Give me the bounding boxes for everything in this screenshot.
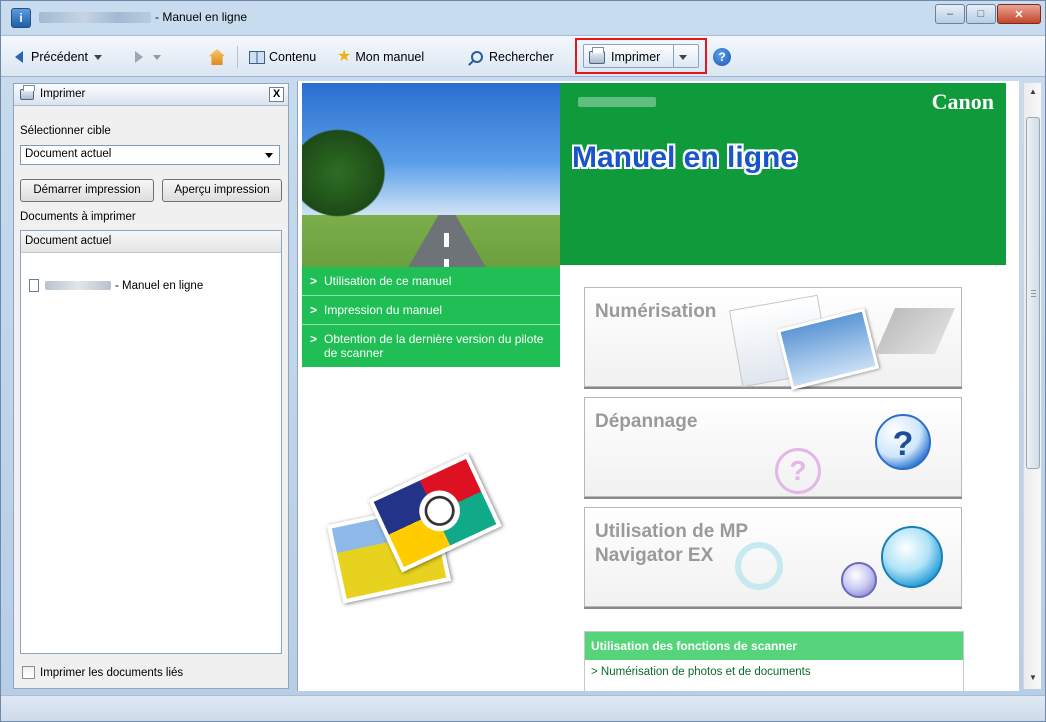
- manual-header-banner: Canon Manuel en ligne: [560, 83, 1006, 265]
- scroll-grip: [1031, 290, 1036, 297]
- search-label: Rechercher: [489, 50, 554, 64]
- card-scanning[interactable]: Numérisation: [584, 287, 962, 390]
- scanner-functions-header: Utilisation des fonctions de scanner: [585, 632, 963, 660]
- card-scanning-title: Numérisation: [595, 301, 717, 322]
- scroll-thumb[interactable]: [1026, 117, 1040, 469]
- ring-illustration: [735, 542, 783, 590]
- printer-icon: [589, 46, 605, 64]
- documents-list[interactable]: Document actuel - Manuel en ligne: [20, 230, 282, 654]
- documents-list-header: Document actuel: [21, 231, 281, 253]
- my-manual-label: Mon manuel: [355, 50, 425, 64]
- manual-links: Utilisation de ce manuel Impression du m…: [302, 267, 560, 367]
- list-item-label: - Manuel en ligne: [115, 279, 204, 292]
- link-print-manual[interactable]: Impression du manuel: [302, 296, 560, 325]
- link-using-manual[interactable]: Utilisation de ce manuel: [302, 267, 560, 296]
- link-latest-driver[interactable]: Obtention de la dernière version du pilo…: [302, 325, 560, 367]
- contents-label: Contenu: [269, 50, 317, 64]
- my-manual-button[interactable]: ★ Mon manuel: [337, 45, 424, 69]
- toolbar: Précédent Contenu ★ Mon manuel Recherche…: [1, 35, 1045, 77]
- printer-icon: [20, 85, 35, 100]
- vertical-scrollbar[interactable]: ▲ ▼: [1023, 83, 1041, 689]
- question-mark-icon: ?: [775, 448, 821, 494]
- print-linked-option[interactable]: Imprimer les documents liés: [22, 666, 183, 679]
- app-window: i - Manuel en ligne – □ ✕ Précédent Cont…: [0, 0, 1046, 722]
- docs-to-print-label: Documents à imprimer: [20, 211, 136, 223]
- print-linked-checkbox[interactable]: [22, 666, 35, 679]
- contents-button[interactable]: Contenu: [249, 45, 316, 69]
- target-select-value: Document actuel: [25, 148, 112, 160]
- toolbar-separator: [237, 46, 238, 68]
- window-title: - Manuel en ligne: [155, 10, 248, 24]
- window-controls: – □ ✕: [934, 4, 1041, 26]
- back-dropdown-icon[interactable]: [93, 54, 102, 60]
- scroll-down-button[interactable]: ▼: [1027, 673, 1039, 682]
- link-scan-photos-docs-label: Numérisation de photos et de documents: [600, 666, 811, 678]
- print-button[interactable]: Imprimer: [589, 45, 660, 69]
- pane-close-button[interactable]: X: [269, 87, 284, 102]
- app-icon: i: [11, 8, 31, 28]
- title-bar: i - Manuel en ligne – □ ✕: [1, 1, 1045, 35]
- card-mp-navigator[interactable]: Utilisation de MP Navigator EX: [584, 507, 962, 607]
- question-mark-icon: ?: [875, 414, 931, 470]
- print-pane-title: Imprimer: [40, 88, 86, 100]
- blurred-product-name: [45, 281, 111, 290]
- link-scan-photos-docs[interactable]: > Numérisation de photos et de documents: [585, 660, 963, 684]
- manual-title: Manuel en ligne: [572, 141, 798, 174]
- back-label: Précédent: [31, 50, 88, 64]
- back-button[interactable]: Précédent: [15, 45, 102, 69]
- forward-dropdown-icon[interactable]: [153, 54, 161, 60]
- forward-button[interactable]: [135, 45, 161, 69]
- help-icon: ?: [713, 48, 731, 66]
- forward-arrow-icon: [135, 51, 143, 63]
- canon-logo: Canon: [931, 89, 994, 114]
- print-label: Imprimer: [611, 50, 661, 64]
- grid-icon: [841, 562, 877, 598]
- card-troubleshooting[interactable]: Dépannage ? ?: [584, 397, 962, 497]
- minimize-button[interactable]: –: [935, 4, 965, 24]
- photo-illustration: [310, 453, 530, 609]
- star-icon: ★: [337, 48, 352, 65]
- card-troubleshooting-title: Dépannage: [595, 411, 698, 432]
- close-button[interactable]: ✕: [997, 4, 1041, 24]
- target-select[interactable]: Document actuel: [20, 145, 280, 165]
- search-icon: [471, 51, 483, 63]
- home-icon: [209, 49, 225, 65]
- road-trees: [302, 123, 392, 223]
- document-icon: [29, 279, 39, 292]
- print-linked-label: Imprimer les documents liés: [40, 666, 184, 679]
- manual-content: Canon Manuel en ligne Utilisation de ce …: [297, 81, 1019, 691]
- print-pane: Imprimer X Sélectionner cible Document a…: [13, 83, 289, 689]
- scanner-lid-illustration: [875, 308, 955, 354]
- start-print-button[interactable]: Démarrer impression: [20, 179, 154, 202]
- print-pane-header: Imprimer X: [14, 84, 288, 106]
- help-button[interactable]: ?: [713, 45, 731, 69]
- back-arrow-icon: [15, 51, 23, 63]
- list-item[interactable]: - Manuel en ligne: [29, 279, 203, 292]
- chevron-down-icon: [679, 54, 687, 60]
- scroll-up-button[interactable]: ▲: [1027, 87, 1039, 96]
- status-bar: [1, 695, 1045, 721]
- blurred-product-name: [39, 12, 151, 23]
- print-split-divider: [673, 45, 674, 67]
- blurred-product-name: [578, 97, 656, 107]
- select-target-label: Sélectionner cible: [20, 125, 111, 137]
- scanner-functions-box: Utilisation des fonctions de scanner > N…: [584, 631, 964, 691]
- chevron-down-icon: [265, 153, 273, 158]
- print-preview-button[interactable]: Aperçu impression: [162, 179, 282, 202]
- maximize-button[interactable]: □: [966, 4, 996, 24]
- search-button[interactable]: Rechercher: [471, 45, 554, 69]
- scanner-icon: [881, 526, 943, 588]
- book-icon: [249, 50, 265, 64]
- print-dropdown-button[interactable]: [677, 45, 687, 69]
- home-button[interactable]: [209, 45, 229, 69]
